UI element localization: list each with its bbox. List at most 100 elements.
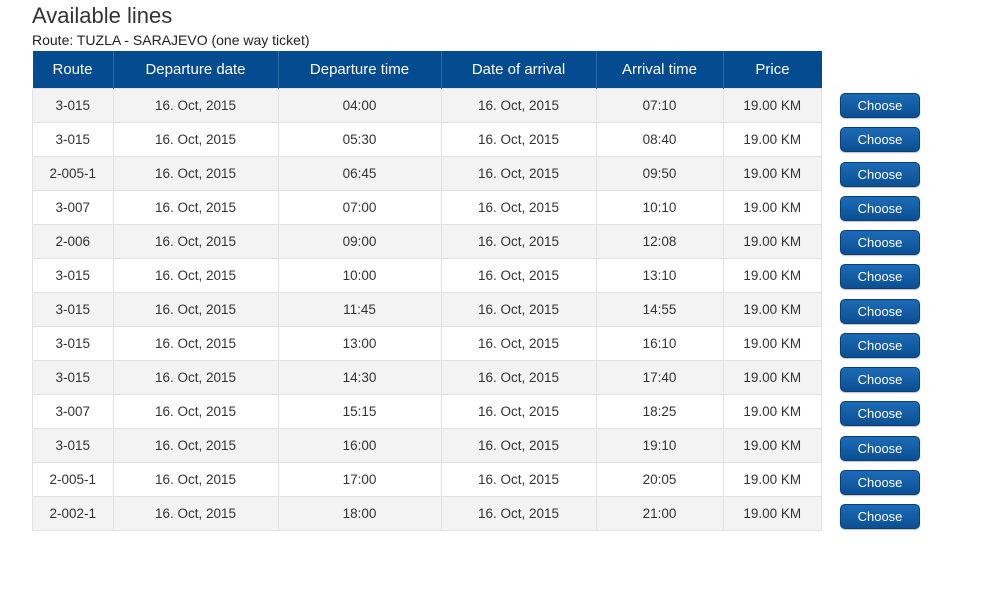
cell-route: 3-015	[32, 360, 114, 395]
cell-date-of-arrival: 16. Oct, 2015	[440, 190, 597, 225]
cell-arrival-time: 18:25	[595, 394, 724, 429]
choose-button[interactable]: Choose	[840, 162, 920, 187]
table-row: 3-015 16. Oct, 2015 14:30 16. Oct, 2015 17:4…	[32, 360, 822, 395]
cell-date-of-arrival: 16. Oct, 2015	[440, 428, 597, 463]
cell-departure-time: 06:45	[277, 156, 442, 191]
cell-departure-time: 17:00	[277, 462, 442, 497]
table-row: 3-015 16. Oct, 2015 10:00 16. Oct, 2015 13:1…	[32, 258, 822, 293]
cell-departure-date: 16. Oct, 2015	[112, 156, 279, 191]
cell-route: 3-015	[32, 292, 114, 327]
cell-departure-time: 11:45	[277, 292, 442, 327]
table-row: 2-005-1 16. Oct, 2015 17:00 16. Oct, 2015 20…	[32, 462, 822, 497]
cell-departure-time: 14:30	[277, 360, 442, 395]
cell-arrival-time: 19:10	[595, 428, 724, 463]
table-row: 3-015 16. Oct, 2015 04:00 16. Oct, 2015 07:1…	[32, 88, 822, 123]
header-date-of-arrival: Date of arrival	[440, 51, 596, 89]
cell-departure-time: 13:00	[277, 326, 442, 361]
cell-departure-date: 16. Oct, 2015	[112, 258, 279, 293]
cell-price: 19.00 KM	[722, 156, 822, 191]
choose-button[interactable]: Choose	[840, 299, 920, 324]
choose-button[interactable]: Choose	[840, 196, 920, 221]
cell-date-of-arrival: 16. Oct, 2015	[440, 292, 597, 327]
table-row: 3-007 16. Oct, 2015 15:15 16. Oct, 2015 18:2…	[32, 394, 822, 429]
choose-button[interactable]: Choose	[840, 401, 920, 426]
table-body: 3-015 16. Oct, 2015 04:00 16. Oct, 2015 07:1…	[32, 88, 822, 531]
cell-departure-date: 16. Oct, 2015	[112, 88, 279, 123]
cell-price: 19.00 KM	[722, 292, 822, 327]
cell-departure-date: 16. Oct, 2015	[112, 496, 279, 531]
choose-button[interactable]: Choose	[840, 230, 920, 255]
cell-departure-time: 04:00	[277, 88, 442, 123]
cell-departure-date: 16. Oct, 2015	[112, 292, 279, 327]
table-row: 3-015 16. Oct, 2015 16:00 16. Oct, 2015 19:1…	[32, 428, 822, 463]
choose-button[interactable]: Choose	[840, 367, 920, 392]
cell-departure-time: 18:00	[277, 496, 442, 531]
table-row: 3-007 16. Oct, 2015 07:00 16. Oct, 2015 10:1…	[32, 190, 822, 225]
cell-departure-date: 16. Oct, 2015	[112, 360, 279, 395]
cell-route: 2-006	[32, 224, 114, 259]
cell-price: 19.00 KM	[722, 122, 822, 157]
cell-date-of-arrival: 16. Oct, 2015	[440, 326, 597, 361]
cell-arrival-time: 20:05	[595, 462, 724, 497]
cell-date-of-arrival: 16. Oct, 2015	[440, 156, 597, 191]
choose-button[interactable]: Choose	[840, 264, 920, 289]
cell-arrival-time: 10:10	[595, 190, 724, 225]
cell-departure-time: 09:00	[277, 224, 442, 259]
table-row: 2-002-1 16. Oct, 2015 18:00 16. Oct, 2015 21…	[32, 496, 822, 531]
cell-departure-time: 05:30	[277, 122, 442, 157]
table-row: 3-015 16. Oct, 2015 13:00 16. Oct, 2015 16:1…	[32, 326, 822, 361]
cell-date-of-arrival: 16. Oct, 2015	[440, 394, 597, 429]
route-info: Route: TUZLA - SARAJEVO (one way ticket)	[32, 32, 310, 48]
cell-arrival-time: 12:08	[595, 224, 724, 259]
cell-route: 3-015	[32, 258, 114, 293]
cell-arrival-time: 13:10	[595, 258, 724, 293]
page-title: Available lines	[32, 3, 173, 28]
cell-departure-time: 15:15	[277, 394, 442, 429]
cell-route: 2-005-1	[32, 462, 114, 497]
cell-arrival-time: 14:55	[595, 292, 724, 327]
choose-button[interactable]: Choose	[840, 93, 920, 118]
table-row: 3-015 16. Oct, 2015 05:30 16. Oct, 2015 08:4…	[32, 122, 822, 157]
cell-date-of-arrival: 16. Oct, 2015	[440, 224, 597, 259]
header-departure-date: Departure date	[112, 51, 278, 89]
cell-departure-time: 10:00	[277, 258, 442, 293]
cell-route: 3-007	[32, 394, 114, 429]
cell-route: 3-015	[32, 122, 114, 157]
cell-arrival-time: 07:10	[595, 88, 724, 123]
cell-price: 19.00 KM	[722, 462, 822, 497]
cell-date-of-arrival: 16. Oct, 2015	[440, 496, 597, 531]
cell-departure-date: 16. Oct, 2015	[112, 326, 279, 361]
cell-route: 2-002-1	[32, 496, 114, 531]
header-arrival-time: Arrival time	[595, 51, 723, 89]
cell-date-of-arrival: 16. Oct, 2015	[440, 88, 597, 123]
cell-price: 19.00 KM	[722, 88, 822, 123]
cell-price: 19.00 KM	[722, 496, 822, 531]
cell-price: 19.00 KM	[722, 224, 822, 259]
choose-button[interactable]: Choose	[840, 436, 920, 461]
cell-departure-date: 16. Oct, 2015	[112, 190, 279, 225]
cell-departure-date: 16. Oct, 2015	[112, 224, 279, 259]
header-route: Route	[32, 51, 113, 89]
cell-price: 19.00 KM	[722, 326, 822, 361]
choose-button[interactable]: Choose	[840, 127, 920, 152]
cell-arrival-time: 16:10	[595, 326, 724, 361]
cell-departure-date: 16. Oct, 2015	[112, 428, 279, 463]
cell-arrival-time: 21:00	[595, 496, 724, 531]
header-price: Price	[722, 51, 822, 89]
header-departure-time: Departure time	[277, 51, 441, 89]
cell-arrival-time: 17:40	[595, 360, 724, 395]
choose-button[interactable]: Choose	[840, 470, 920, 495]
cell-arrival-time: 08:40	[595, 122, 724, 157]
choose-button[interactable]: Choose	[840, 504, 920, 529]
cell-price: 19.00 KM	[722, 190, 822, 225]
cell-departure-date: 16. Oct, 2015	[112, 394, 279, 429]
cell-date-of-arrival: 16. Oct, 2015	[440, 258, 597, 293]
cell-price: 19.00 KM	[722, 258, 822, 293]
table-header-row: Route Departure date Departure time Date…	[32, 51, 822, 89]
choose-button[interactable]: Choose	[840, 333, 920, 358]
cell-date-of-arrival: 16. Oct, 2015	[440, 462, 597, 497]
cell-arrival-time: 09:50	[595, 156, 724, 191]
cell-price: 19.00 KM	[722, 428, 822, 463]
cell-route: 3-015	[32, 88, 114, 123]
cell-route: 2-005-1	[32, 156, 114, 191]
